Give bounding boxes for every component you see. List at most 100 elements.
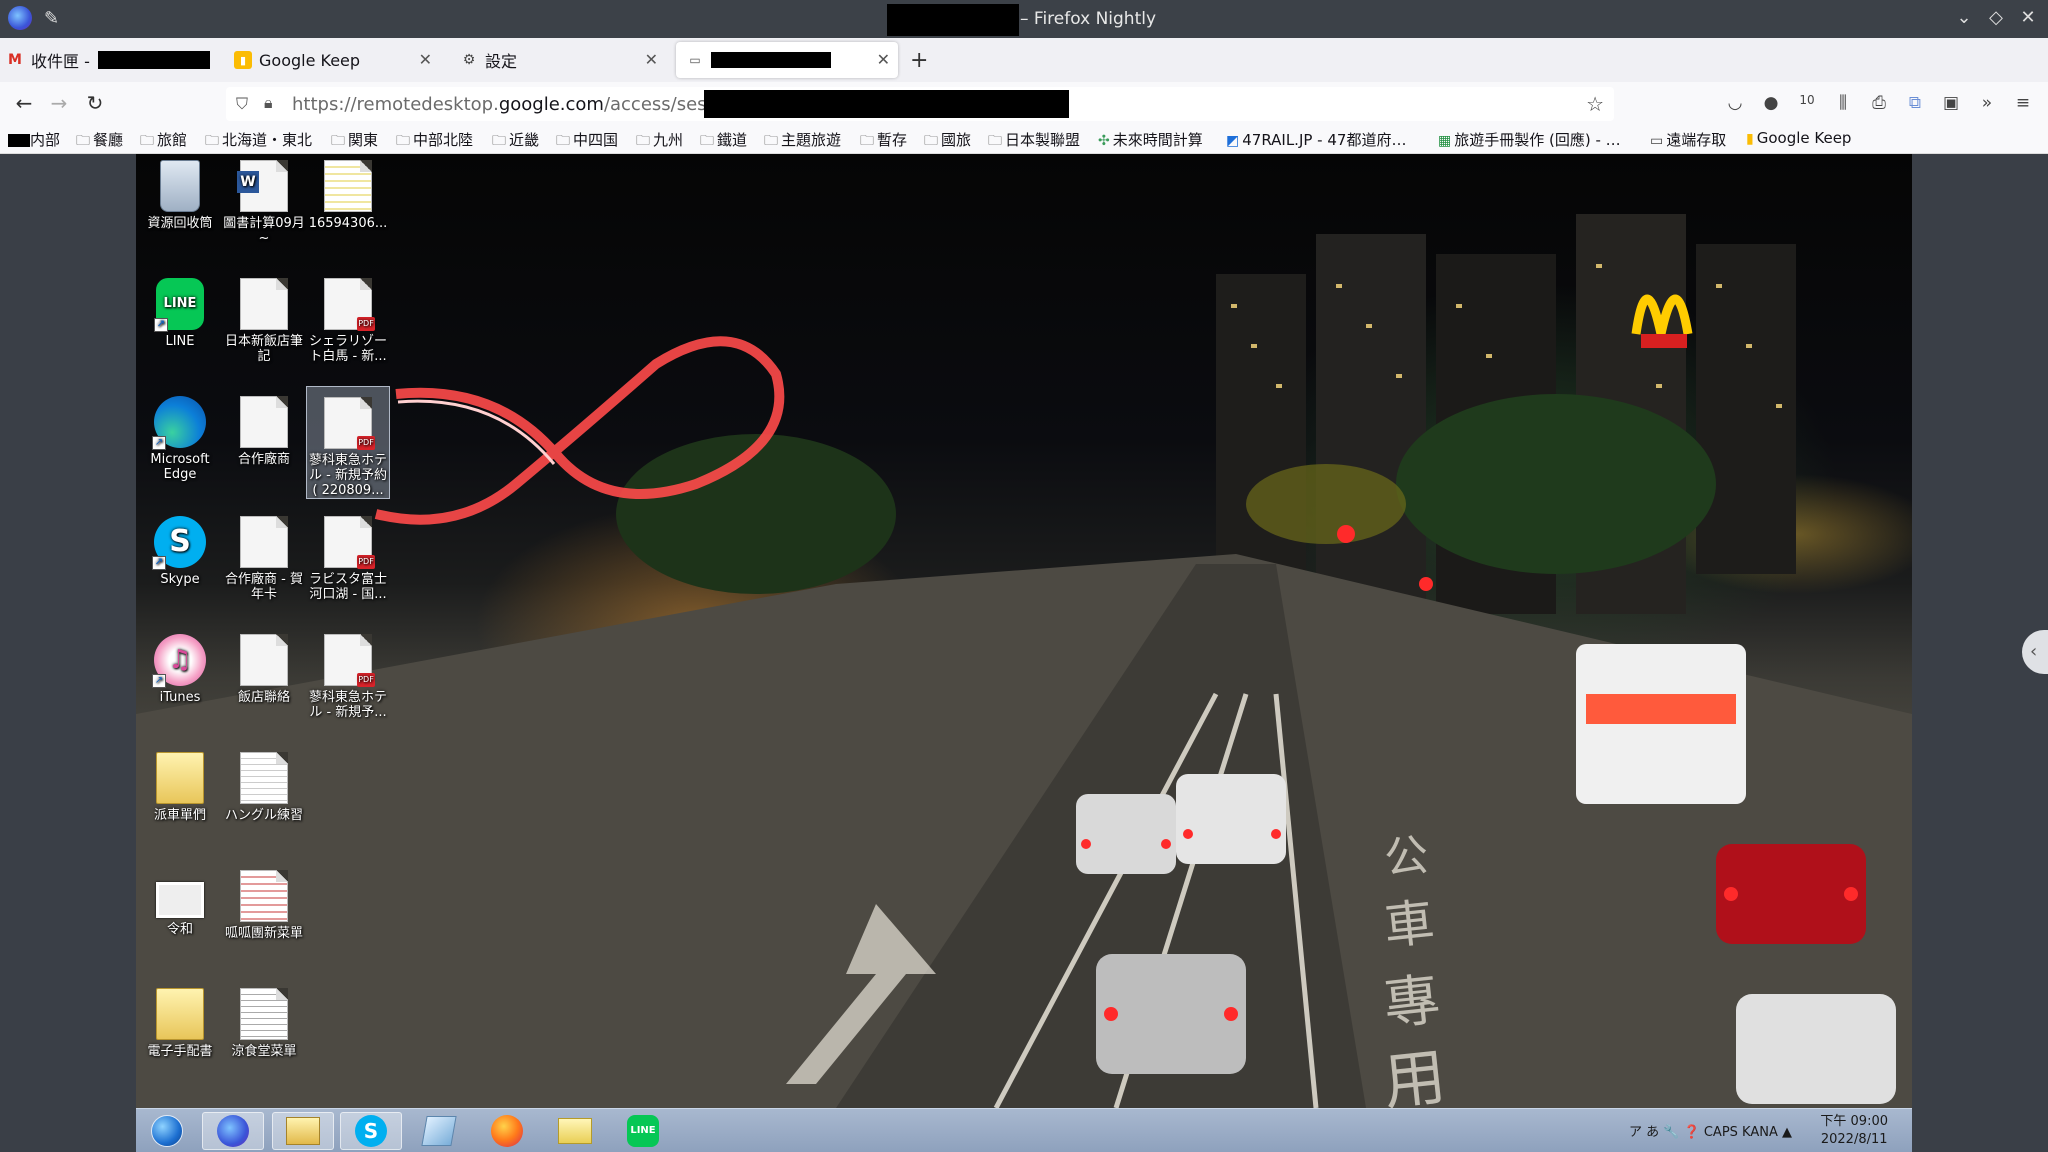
chevron-down-icon[interactable]: ⌄ xyxy=(1953,7,1975,28)
desktop-icon-document[interactable]: 合作廠商 - 賀年卡 xyxy=(222,516,306,602)
desktop-icon-pdf-selected[interactable]: PDF 蓼科東急ホテル - 新規予約 ( 220809... xyxy=(306,386,390,499)
reload-icon[interactable]: ↻ xyxy=(82,91,108,115)
pin-icon[interactable]: ✎ xyxy=(44,8,59,29)
rail-icon: ◩ xyxy=(1226,133,1240,149)
desktop-icon-document[interactable]: 合作廠商 xyxy=(222,396,306,467)
bookmark-folder[interactable]: 🗀 北海道・東北 xyxy=(205,129,312,154)
remote-icon: ▭ xyxy=(1650,133,1664,149)
folder-icon: 🗀 xyxy=(764,133,778,149)
tab-settings[interactable]: ⚙ 設定 ✕ xyxy=(456,42,666,78)
desktop-icon-label: 電子手配書 xyxy=(147,1044,213,1059)
bookmark-item[interactable]: ▭ 遠端存取 xyxy=(1650,129,1726,150)
desktop-icon-recycle-bin[interactable]: 資源回收筒 xyxy=(138,160,222,231)
bookmark-folder[interactable]: 🗀 日本製聯盟 xyxy=(988,129,1080,154)
bookmarks-bar: 内部 🗀 餐廳 🗀 旅館 🗀 北海道・東北 🗀 関東 🗀 中部北陸 🗀 近畿 🗀 中四国 🗀 九… xyxy=(0,126,2048,154)
firefox-nightly-icon[interactable] xyxy=(8,6,32,30)
taskbar-item[interactable]: LINE xyxy=(612,1112,674,1150)
desktop-icon-image[interactable]: 令和 xyxy=(138,870,222,937)
print-icon[interactable]: ⎙ xyxy=(1867,93,1891,113)
bookmark-item[interactable]: ◩ 47RAIL.JP - 47都道府… xyxy=(1226,129,1406,150)
desktop-icon-document[interactable]: 16594306... xyxy=(306,160,390,231)
desktop-icon-document[interactable]: 呱呱團新菜單 xyxy=(222,870,306,941)
new-tab-button[interactable]: + xyxy=(910,48,928,73)
folder-icon: 🗀 xyxy=(205,133,219,149)
word-document-icon: W xyxy=(237,160,288,212)
tab-remote-desktop[interactable]: ▭ ✕ xyxy=(676,42,898,78)
desktop-icon-skype[interactable]: S ↗ Skype xyxy=(138,516,222,587)
overflow-chevrons-icon[interactable]: » xyxy=(1975,93,1999,113)
taskbar-item[interactable] xyxy=(272,1112,334,1150)
close-tab-icon[interactable]: ✕ xyxy=(645,50,658,69)
bookmark-star-icon[interactable]: ☆ xyxy=(1586,92,1604,116)
tab-google-keep[interactable]: ▮ Google Keep ✕ xyxy=(230,42,440,78)
google-keep-icon: ▮ xyxy=(234,51,252,69)
desktop-icon-pdf[interactable]: PDF ラビスタ富士河口湖 - 国... xyxy=(306,516,390,602)
bookmark-item[interactable]: ▦ 旅遊手冊製作 (回應) - … xyxy=(1438,129,1621,150)
desktop-icon-edge[interactable]: ↗ Microsoft Edge xyxy=(138,396,222,482)
taskbar-item[interactable] xyxy=(544,1112,606,1150)
lock-icon[interactable]: 🔒︎ xyxy=(264,93,273,113)
bookmark-folder[interactable]: 🗀 中部北陸 xyxy=(396,129,473,154)
bookmark-folder[interactable]: 🗀 九州 xyxy=(636,129,683,154)
desktop-icon-pdf[interactable]: PDF シェラリゾート白馬 - 新... xyxy=(306,278,390,364)
back-arrow-icon[interactable]: ← xyxy=(11,91,37,115)
close-tab-icon[interactable]: ✕ xyxy=(877,50,890,69)
url-text[interactable]: https://remotedesktop.google.com/access/… xyxy=(292,94,749,115)
url-bar[interactable]: ⛉ 🔒︎ https://remotedesktop.google.com/ac… xyxy=(226,87,1614,121)
bookmark-folder[interactable]: 🗀 関東 xyxy=(331,129,378,154)
gear-icon: ⚙ xyxy=(462,52,476,68)
desktop-icon-document[interactable]: 飯店聯絡 xyxy=(222,634,306,705)
desktop-icon-pdf[interactable]: PDF 蓼科東急ホテル - 新規予... xyxy=(306,634,390,720)
close-tab-icon[interactable]: ✕ xyxy=(419,50,432,69)
bookmark-folder[interactable]: 🗀 主題旅遊 xyxy=(764,129,841,154)
shield-icon[interactable]: ⛉ xyxy=(236,94,248,114)
forward-arrow-icon[interactable]: → xyxy=(46,91,72,115)
bookmark-label: 暫存 xyxy=(877,131,908,149)
skype-icon: S ↗ xyxy=(152,516,206,570)
desktop-icon-folder[interactable]: 派車單們 xyxy=(138,752,222,823)
desktop-icon-label: 圖書計算09月~ xyxy=(223,216,305,246)
restore-icon[interactable]: ◇ xyxy=(1985,7,2007,28)
bookmark-label: 主題旅遊 xyxy=(781,131,842,149)
taskbar-clock[interactable]: 下午 09:00 2022/8/11 xyxy=(1820,1113,1888,1149)
desktop-icon-line[interactable]: LINE ↗ LINE xyxy=(138,278,222,349)
desktop-icon-label: 蓼科東急ホテル - 新規予約 ( 220809... xyxy=(308,453,387,498)
remote-desktop-screen[interactable]: 公 車 專 用 資源回收筒 W 圖書計算09月~ 16594306... LIN… xyxy=(136,154,1912,1108)
library-icon[interactable]: ⫼ xyxy=(1831,93,1855,113)
bookmark-folder[interactable]: 🗀 國旅 xyxy=(924,129,971,154)
start-button[interactable] xyxy=(136,1112,198,1150)
pocket-icon[interactable]: ◡ xyxy=(1723,93,1747,113)
desktop-icon-label: 16594306... xyxy=(308,216,388,231)
bookmark-folder[interactable]: 🗀 中四国 xyxy=(556,129,618,154)
bookmark-folder[interactable]: 🗀 近畿 xyxy=(492,129,539,154)
bookmark-folder[interactable]: 🗀 餐廳 xyxy=(76,129,123,154)
shortcut-arrow-icon: ↗ xyxy=(152,436,166,450)
bookmark-folder[interactable]: 🗀 旅館 xyxy=(140,129,187,154)
bookmark-item[interactable]: 内部 xyxy=(8,129,60,150)
remote-extension-icon[interactable]: ▣ xyxy=(1939,93,1963,113)
taskbar-item[interactable] xyxy=(476,1112,538,1150)
bookmark-item[interactable]: ✣ 未來時間計算 xyxy=(1098,129,1203,150)
bookmark-folder[interactable]: 🗀 鐵道 xyxy=(700,129,747,154)
desktop-icon-itunes[interactable]: ♫ ↗ iTunes xyxy=(138,634,222,705)
screenshot-icon[interactable]: ⧉ xyxy=(1903,93,1927,113)
desktop-icon-document[interactable]: ハングル練習 xyxy=(222,752,306,823)
desktop-icon-document[interactable]: 涼食堂菜單 xyxy=(222,988,306,1059)
taskbar-item[interactable] xyxy=(408,1112,470,1150)
menu-icon[interactable]: ≡ xyxy=(2011,93,2035,113)
bookmark-label: 中部北陸 xyxy=(413,131,474,149)
microsoft-edge-icon: ↗ xyxy=(152,396,206,450)
gmail-icon: M xyxy=(8,52,22,68)
extension-t-icon[interactable]: ● xyxy=(1759,93,1783,113)
bookmark-item[interactable]: ▮ Google Keep xyxy=(1746,129,1851,147)
taskbar-item[interactable]: S xyxy=(340,1112,402,1150)
desktop-icon-folder[interactable]: 電子手配書 xyxy=(138,988,222,1059)
tab-gmail[interactable]: M 收件匣 - xyxy=(6,42,220,78)
taskbar-item[interactable] xyxy=(202,1112,264,1150)
bookmark-folder[interactable]: 🗀 暫存 xyxy=(860,129,907,154)
desktop-icon-word-doc[interactable]: W 圖書計算09月~ xyxy=(222,160,306,246)
system-tray[interactable]: ア あ 🔧 ❓ CAPS KANA ▲ xyxy=(1629,1121,1792,1140)
extension-counter-icon[interactable]: 10 xyxy=(1795,93,1819,107)
desktop-icon-document[interactable]: 日本新飯店筆記 xyxy=(222,278,306,364)
close-icon[interactable]: ✕ xyxy=(2017,7,2039,28)
